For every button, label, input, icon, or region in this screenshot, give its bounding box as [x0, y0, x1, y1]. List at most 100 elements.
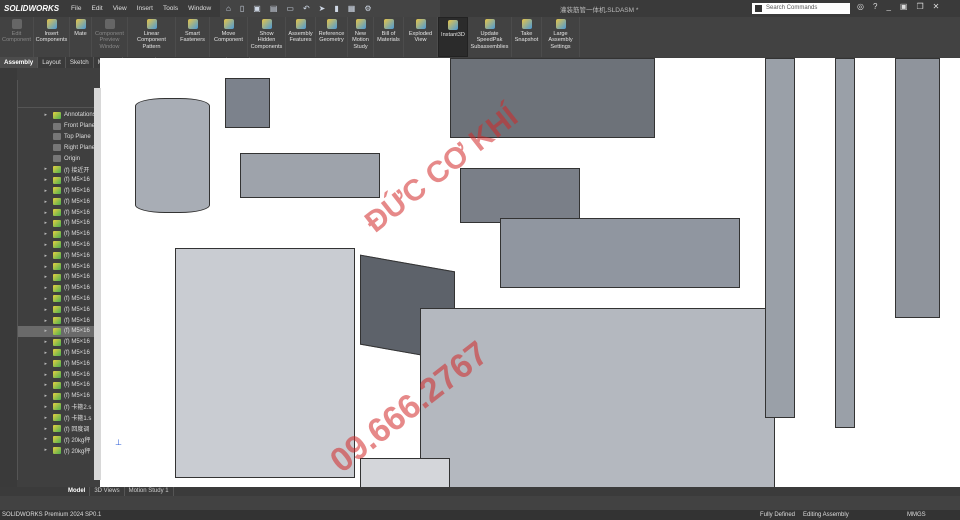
- tab-layout[interactable]: Layout: [38, 57, 66, 68]
- unit-system[interactable]: MMGS: [907, 512, 926, 518]
- menu-window[interactable]: Window: [188, 5, 211, 12]
- ribbon-button-new-motion-study[interactable]: New Motion Study: [348, 17, 374, 57]
- ribbon-button-reference-geometry[interactable]: Reference Geometry: [316, 17, 348, 57]
- expand-arrow-icon[interactable]: ▸: [18, 231, 53, 237]
- ribbon-button-large-assembly-settings[interactable]: Large Assembly Settings: [542, 17, 580, 57]
- tree-item[interactable]: Origin: [18, 153, 101, 164]
- expand-arrow-icon[interactable]: ▸: [18, 210, 53, 216]
- tree-item[interactable]: ▸ (f) M5×16: [18, 380, 101, 391]
- ribbon-button-assembly-features[interactable]: Assembly Features: [286, 17, 316, 57]
- tree-item[interactable]: ▸ (f) 20kg秤: [18, 445, 101, 456]
- tree-item[interactable]: ▸ (f) 接近开: [18, 164, 101, 175]
- expand-arrow-icon[interactable]: ▸: [18, 274, 53, 280]
- print-icon[interactable]: ▭: [286, 4, 294, 13]
- expand-arrow-icon[interactable]: ▸: [18, 361, 53, 367]
- expand-arrow-icon[interactable]: ▸: [18, 415, 53, 421]
- tree-item[interactable]: ▸ (f) M5×16: [18, 207, 101, 218]
- tree-item[interactable]: ▸ (f) M5×16: [18, 186, 101, 197]
- tree-item[interactable]: Top Plane: [18, 132, 101, 143]
- help-icon[interactable]: ?: [873, 2, 877, 11]
- ribbon-button-mate[interactable]: Mate: [70, 17, 92, 57]
- tree-item[interactable]: ▸ (f) M5×16: [18, 272, 101, 283]
- tree-item[interactable]: ▸ (f) 卡箍1.s: [18, 412, 101, 423]
- expand-arrow-icon[interactable]: ▸: [18, 188, 53, 194]
- expand-arrow-icon[interactable]: ▸: [18, 318, 53, 324]
- expand-arrow-icon[interactable]: ▸: [18, 350, 53, 356]
- tree-item[interactable]: ▸ (f) M5×16: [18, 326, 101, 337]
- ribbon-button-smart-fasteners[interactable]: Smart Fasteners: [176, 17, 210, 57]
- ribbon-button-move-component[interactable]: Move Component: [210, 17, 248, 57]
- tab-assembly[interactable]: Assembly: [0, 57, 39, 68]
- expand-arrow-icon[interactable]: ▸: [18, 285, 53, 291]
- save-icon[interactable]: ▤: [270, 4, 278, 13]
- tree-item[interactable]: ▸ (f) M5×16: [18, 196, 101, 207]
- expand-arrow-icon[interactable]: ▸: [18, 372, 53, 378]
- file-properties-icon[interactable]: ▦: [348, 4, 356, 13]
- expand-arrow-icon[interactable]: ▸: [18, 253, 53, 259]
- menu-tools[interactable]: Tools: [163, 5, 178, 12]
- ribbon-button-component-preview-window[interactable]: Component Preview Window: [92, 17, 128, 57]
- ribbon-button-insert-components[interactable]: Insert Components: [34, 17, 70, 57]
- tree-item[interactable]: ▸ (f) 卡箍2.s: [18, 402, 101, 413]
- new-icon[interactable]: ▯: [240, 4, 244, 13]
- menu-insert[interactable]: Insert: [137, 5, 153, 12]
- tree-item[interactable]: ▸ (f) 回度调: [18, 423, 101, 434]
- tree-item[interactable]: ▸ (f) 20kg秤: [18, 434, 101, 445]
- expand-arrow-icon[interactable]: ▸: [18, 328, 53, 334]
- ribbon-button-bill-of-materials[interactable]: Bill of Materials: [374, 17, 404, 57]
- tab-sketch[interactable]: Sketch: [66, 57, 94, 68]
- ribbon-button-linear-component-pattern[interactable]: Linear Component Pattern: [128, 17, 176, 57]
- close-icon[interactable]: ✕: [933, 2, 940, 11]
- expand-arrow-icon[interactable]: ▸: [18, 393, 53, 399]
- ribbon-button-show-hidden-components[interactable]: Show Hidden Components: [248, 17, 286, 57]
- select-icon[interactable]: ➤: [319, 4, 326, 13]
- tree-item[interactable]: ▸ (f) M5×16: [18, 391, 101, 402]
- tree-item[interactable]: ▸ (f) M5×16: [18, 358, 101, 369]
- tree-item[interactable]: ▸ (f) M5×16: [18, 175, 101, 186]
- expand-arrow-icon[interactable]: ▸: [18, 382, 53, 388]
- undo-icon[interactable]: ↶: [303, 4, 310, 13]
- expand-arrow-icon[interactable]: ▸: [18, 242, 53, 248]
- bottom-tab-3d-views[interactable]: 3D Views: [90, 487, 125, 496]
- tree-item[interactable]: ▸ (f) M5×16: [18, 229, 101, 240]
- tree-item[interactable]: ▸ Annotations: [18, 110, 101, 121]
- expand-arrow-icon[interactable]: ▸: [18, 447, 53, 453]
- home-icon[interactable]: ⌂: [226, 4, 231, 13]
- tree-item[interactable]: ▸ (f) M5×16: [18, 294, 101, 305]
- tile-icon[interactable]: ▣: [900, 2, 908, 11]
- tree-item[interactable]: ▸ (f) M5×16: [18, 240, 101, 251]
- tree-item[interactable]: ▸ (f) M5×16: [18, 304, 101, 315]
- search-commands-input[interactable]: Search Commands: [752, 3, 850, 14]
- user-icon[interactable]: ◎: [857, 2, 864, 11]
- menu-file[interactable]: File: [71, 5, 81, 12]
- open-icon[interactable]: ▣: [253, 4, 261, 13]
- tree-item[interactable]: ▸ (f) M5×16: [18, 337, 101, 348]
- options-gear-icon[interactable]: ⚙: [364, 4, 371, 13]
- tree-item[interactable]: ▸ (f) M5×16: [18, 261, 101, 272]
- bottom-tab-motion-study-1[interactable]: Motion Study 1: [125, 487, 174, 496]
- expand-arrow-icon[interactable]: ▸: [18, 177, 53, 183]
- tree-item[interactable]: ▸ (f) M5×16: [18, 348, 101, 359]
- minimize-icon[interactable]: _: [886, 2, 890, 11]
- expand-arrow-icon[interactable]: ▸: [18, 112, 53, 118]
- tree-item[interactable]: ▸ (f) M5×16: [18, 218, 101, 229]
- tree-item[interactable]: ▸ (f) M5×16: [18, 283, 101, 294]
- menu-view[interactable]: View: [113, 5, 127, 12]
- expand-arrow-icon[interactable]: ▸: [18, 307, 53, 313]
- ribbon-button-edit-component[interactable]: Edit Component: [0, 17, 34, 57]
- tree-scrollbar[interactable]: [94, 88, 101, 480]
- ribbon-button-exploded-view[interactable]: Exploded View: [404, 17, 438, 57]
- expand-arrow-icon[interactable]: ▸: [18, 264, 53, 270]
- tree-item[interactable]: ▸ (f) M5×16: [18, 369, 101, 380]
- expand-arrow-icon[interactable]: ▸: [18, 426, 53, 432]
- expand-arrow-icon[interactable]: ▸: [18, 296, 53, 302]
- tree-item[interactable]: ▸ (f) M5×16: [18, 250, 101, 261]
- ribbon-button-take-snapshot[interactable]: Take Snapshot: [512, 17, 542, 57]
- tree-item[interactable]: ▸ (f) M5×16: [18, 315, 101, 326]
- traffic-light-icon[interactable]: ▮: [334, 4, 338, 13]
- expand-arrow-icon[interactable]: ▸: [18, 220, 53, 226]
- restore-icon[interactable]: ❐: [916, 2, 923, 11]
- bottom-tab-model[interactable]: Model: [64, 487, 91, 496]
- graphics-viewport[interactable]: ĐỨC CƠ KHÍ 09.666.2767 ⊥: [100, 58, 960, 487]
- expand-arrow-icon[interactable]: ▸: [18, 166, 53, 172]
